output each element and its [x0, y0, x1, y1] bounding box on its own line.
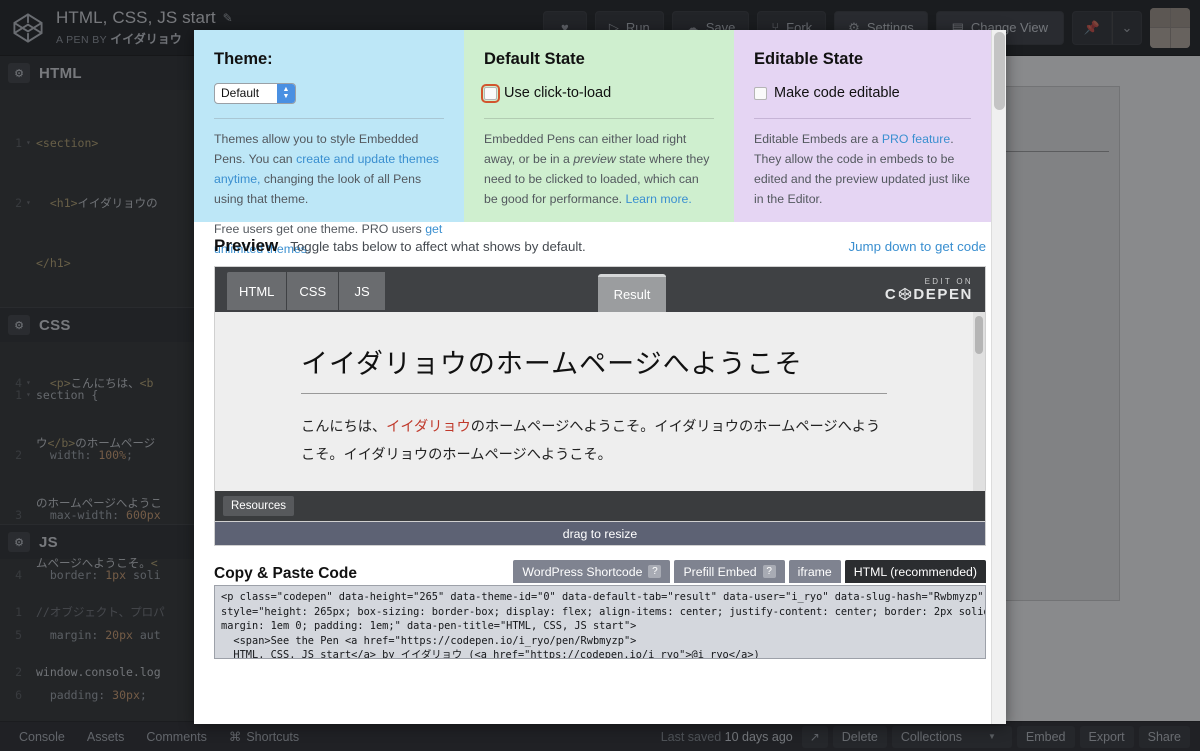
- copy-paste-header: Copy & Paste Code WordPress Shortcode ? …: [214, 560, 986, 583]
- embed-p-pre: こんにちは、: [301, 419, 387, 435]
- tab-iframe[interactable]: iframe: [788, 560, 841, 583]
- editable-state-heading: Editable State: [754, 50, 864, 68]
- embed-brand-depen: DEPEN: [913, 285, 973, 303]
- editable-state-panel: Editable State Make code editable Editab…: [734, 30, 991, 222]
- pro-feature-link[interactable]: PRO feature: [882, 132, 950, 146]
- embed-brand-main: C DEPEN: [885, 286, 973, 303]
- theme-heading: Theme:: [214, 50, 273, 68]
- click-to-load-label: Use click-to-load: [504, 85, 612, 101]
- modal-scrollbar-thumb[interactable]: [994, 32, 1005, 110]
- theme-select[interactable]: Default: [214, 82, 296, 104]
- tab-prefill-embed-label: Prefill Embed: [683, 564, 757, 579]
- tab-prefill-embed[interactable]: Prefill Embed ?: [674, 560, 785, 583]
- help-icon[interactable]: ?: [648, 565, 662, 578]
- default-state-panel: Default State Use click-to-load Embedded…: [464, 30, 734, 222]
- copy-paste-section: Copy & Paste Code WordPress Shortcode ? …: [194, 546, 1006, 659]
- embed-footer: Resources: [215, 491, 985, 521]
- embed-modal: Theme: Default ▲ ▼ Themes allow you to st…: [194, 30, 1006, 724]
- default-state-heading: Default State: [484, 50, 585, 68]
- tab-html-recommended[interactable]: HTML (recommended): [844, 560, 986, 583]
- preview-title: Preview: [214, 236, 279, 255]
- codepen-editor-screen: HTML, CSS, JS start ✎ A PEN BY イイダリョウ ♥ …: [0, 0, 1200, 751]
- learn-more-link[interactable]: Learn more.: [626, 192, 692, 206]
- default-state-description: Embedded Pens can either load right away…: [484, 130, 714, 210]
- embed-brand-top: EDIT ON: [924, 276, 973, 286]
- drag-to-resize-handle[interactable]: drag to resize: [214, 522, 986, 546]
- ds-para-em: preview: [573, 151, 616, 166]
- make-editable-row[interactable]: Make code editable: [754, 80, 971, 106]
- embed-brand-c: C: [884, 285, 898, 303]
- embed-brand[interactable]: EDIT ON C DEPEN: [885, 277, 973, 303]
- theme-divider: [214, 118, 444, 119]
- theme-panel: Theme: Default ▲ ▼ Themes allow you to st…: [194, 30, 464, 256]
- embed-paragraph: こんにちは、イイダリョウのホームページへようこそ。イイダリョウのホームページへよ…: [301, 414, 887, 469]
- embed-tab-bar: HTML CSS JS Result EDIT ON C DEPEN: [215, 267, 985, 312]
- tab-iframe-label: iframe: [797, 564, 832, 579]
- click-to-load-checkbox[interactable]: [481, 83, 500, 103]
- preview-subtitle: Toggle tabs below to affect what shows b…: [290, 239, 586, 254]
- tab-html-recommended-label: HTML (recommended): [853, 564, 977, 579]
- editable-state-divider: [754, 118, 971, 119]
- embed-tab-result[interactable]: Result: [598, 274, 666, 312]
- theme-description-1: Themes allow you to style Embedded Pens.…: [214, 130, 444, 210]
- es-para-pre: Editable Embeds are a: [754, 132, 882, 146]
- tab-wordpress-shortcode-label: WordPress Shortcode: [522, 564, 643, 579]
- embed-heading: イイダリョウのホームページへようこそ: [301, 342, 887, 394]
- embed-tab-html[interactable]: HTML: [227, 272, 288, 310]
- embed-tab-css[interactable]: CSS: [287, 272, 340, 310]
- resources-button[interactable]: Resources: [223, 496, 294, 516]
- theme-select-row: Default ▲ ▼: [214, 80, 444, 106]
- modal-scrollbar[interactable]: [991, 30, 1006, 724]
- theme-select-wrap[interactable]: Default ▲ ▼: [214, 82, 296, 104]
- embed-scrollbar[interactable]: [973, 312, 985, 491]
- preview-section: Preview Toggle tabs below to affect what…: [194, 222, 1006, 546]
- default-state-divider: [484, 118, 714, 119]
- make-code-editable-label: Make code editable: [774, 85, 900, 101]
- codepen-logo-icon: [899, 287, 912, 301]
- jump-down-to-get-code-link[interactable]: Jump down to get code: [849, 239, 987, 254]
- embed-rendered-content: イイダリョウのホームページへようこそ こんにちは、イイダリョウのホームページへよ…: [301, 312, 887, 491]
- help-icon[interactable]: ?: [762, 565, 776, 578]
- embed-body: イイダリョウのホームページへようこそ こんにちは、イイダリョウのホームページへよ…: [215, 312, 985, 491]
- embed-preview: HTML CSS JS Result EDIT ON C DEPEN イイダリョ…: [214, 266, 986, 522]
- embed-options-row: Theme: Default ▲ ▼ Themes allow you to st…: [194, 30, 1006, 256]
- embed-scrollbar-thumb[interactable]: [975, 316, 983, 354]
- copy-paste-title: Copy & Paste Code: [214, 565, 357, 582]
- click-to-load-row[interactable]: Use click-to-load: [481, 80, 714, 106]
- preview-header: Preview Toggle tabs below to affect what…: [214, 236, 986, 256]
- make-code-editable-checkbox[interactable]: [754, 86, 767, 100]
- editable-state-description: Editable Embeds are a PRO feature. They …: [754, 130, 971, 210]
- embed-p-highlight: イイダリョウ: [386, 419, 471, 435]
- tab-wordpress-shortcode[interactable]: WordPress Shortcode ?: [513, 560, 671, 583]
- embed-tab-js[interactable]: JS: [339, 272, 387, 310]
- embed-code-textarea[interactable]: <p class="codepen" data-height="265" dat…: [214, 585, 986, 659]
- copy-paste-tabs: WordPress Shortcode ? Prefill Embed ? if…: [513, 560, 986, 583]
